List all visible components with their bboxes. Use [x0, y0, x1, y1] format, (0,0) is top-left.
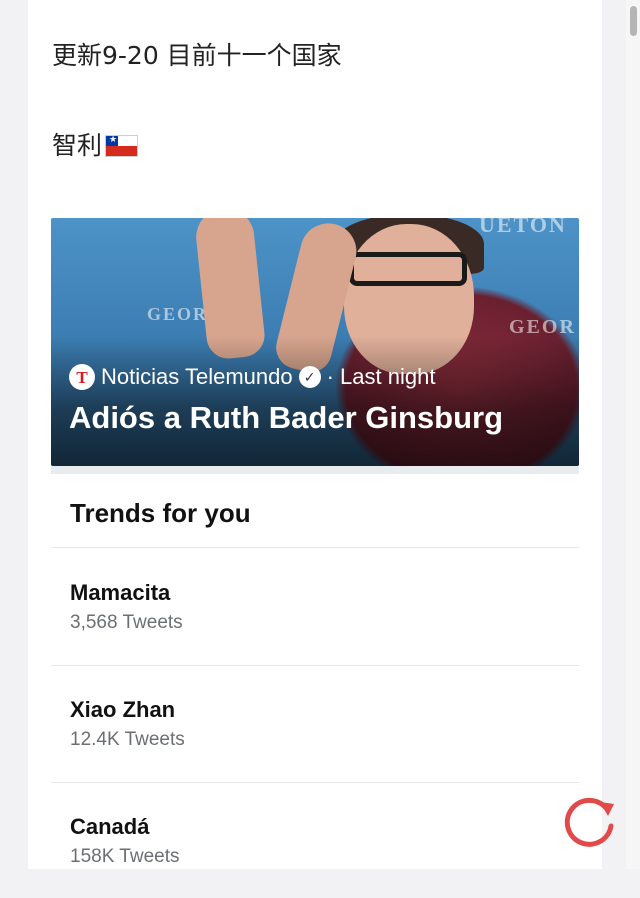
trend-tweet-count: 3,568 Tweets: [70, 612, 183, 633]
card-bottom-border: [51, 466, 579, 474]
news-source-row: T Noticias Telemundo ✓ · Last night: [69, 362, 435, 392]
trend-tweet-count: 158K Tweets: [70, 846, 180, 867]
post-headline: 更新9-20 目前十一个国家: [52, 41, 342, 70]
trend-item[interactable]: Xiao Zhan 12.4K Tweets: [51, 665, 579, 781]
background-sign-left: GEOR: [147, 304, 209, 324]
country-label: 智利: [52, 131, 103, 160]
refresh-icon[interactable]: [560, 792, 620, 852]
trend-name: Canadá: [70, 814, 150, 839]
telemundo-logo-icon: T: [69, 364, 95, 390]
chile-flag-icon: ★: [105, 135, 139, 157]
trend-name: Mamacita: [70, 580, 171, 605]
photo-glasses: [349, 252, 467, 286]
country-line: 智利 ★: [52, 126, 139, 166]
trends-header: Trends for you: [70, 498, 251, 528]
trend-item[interactable]: Mamacita 3,568 Tweets: [51, 548, 579, 664]
background-sign-top: UETON: [479, 218, 567, 237]
news-card[interactable]: GEOR GEOR UETON T Noticias Telemundo ✓ ·…: [51, 218, 579, 466]
news-source-name[interactable]: Noticias Telemundo: [101, 364, 293, 390]
trend-item[interactable]: Canadá 158K Tweets: [51, 782, 579, 898]
scrollbar-thumb[interactable]: [630, 6, 637, 36]
trend-name: Xiao Zhan: [70, 697, 176, 722]
verified-badge-icon: ✓: [298, 366, 321, 388]
news-title[interactable]: Adiós a Ruth Bader Ginsburg: [69, 400, 503, 436]
news-time: · Last night: [326, 364, 436, 389]
scrollbar[interactable]: [626, 0, 640, 869]
trend-tweet-count: 12.4K Tweets: [70, 729, 185, 750]
